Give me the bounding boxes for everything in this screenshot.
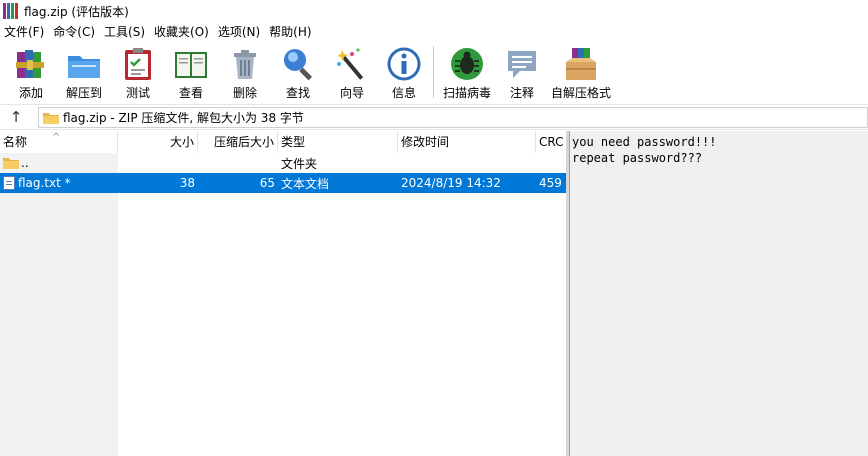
file-type: 文件夹 [281, 156, 318, 171]
title-bar: flag.zip (评估版本) [0, 0, 868, 22]
find-button[interactable]: 查找 [271, 42, 325, 102]
extract-to-label: 解压到 [65, 86, 102, 100]
view-book-icon [175, 52, 207, 78]
wizard-wand-icon [337, 48, 364, 80]
list-name-column-background [0, 153, 118, 456]
menu-commands[interactable]: 命令(C) [49, 22, 100, 42]
column-modified-header[interactable]: 修改时间 [398, 131, 536, 153]
column-crc-header[interactable]: CRC [536, 131, 566, 153]
find-label: 查找 [285, 86, 310, 100]
sfx-box-icon [566, 48, 596, 80]
sfx-button[interactable]: 自解压格式 [548, 42, 614, 102]
add-button[interactable]: 添加 [7, 42, 55, 102]
column-size-header[interactable]: 大小 [118, 131, 198, 153]
test-label: 测试 [125, 86, 150, 100]
menu-file[interactable]: 文件(F) [0, 22, 49, 42]
delete-label: 删除 [232, 86, 257, 100]
info-label: 信息 [391, 86, 416, 100]
info-icon [387, 47, 421, 81]
menu-bar: 文件(F) 命令(C) 工具(S) 收藏夹(O) 选项(N) 帮助(H) [0, 22, 868, 42]
test-clipboard-icon [125, 48, 151, 80]
toolbar-separator [433, 46, 434, 98]
name-cell: .. [0, 156, 118, 170]
file-type: 文本文档 [281, 176, 330, 191]
archive-comment-pane[interactable]: you need password!!! repeat password??? [569, 131, 868, 456]
column-name-label: 名称 [3, 135, 28, 149]
view-label: 查看 [178, 86, 203, 100]
address-bar: ↑ flag.zip - ZIP 压缩文件, 解包大小为 38 字节 [0, 104, 868, 130]
archive-folder-icon [43, 112, 59, 124]
comment-button[interactable]: 注释 [496, 42, 548, 102]
table-row-selected[interactable]: flag.txt * 38 65 文本文档 2024/8/19 14:32 45… [0, 173, 566, 193]
column-type-header[interactable]: 类型 [278, 131, 398, 153]
text-file-icon [3, 176, 15, 190]
menu-tools[interactable]: 工具(S) [100, 22, 150, 42]
extract-folder-icon [68, 56, 100, 78]
add-books-icon [16, 50, 44, 78]
magnifier-icon [284, 49, 313, 81]
column-header-row: 名称 ^ 大小 压缩后大小 类型 修改时间 CRC [0, 131, 566, 153]
comment-line: repeat password??? [572, 151, 703, 165]
menu-help[interactable]: 帮助(H) [265, 22, 316, 42]
comment-line: you need password!!! [572, 135, 717, 149]
extract-to-button[interactable]: 解压到 [55, 42, 113, 102]
address-text: flag.zip - ZIP 压缩文件, 解包大小为 38 字节 [63, 111, 304, 125]
table-row[interactable]: .. 文件夹 [0, 153, 566, 173]
sfx-label: 自解压格式 [550, 86, 611, 100]
file-size: 38 [179, 176, 195, 190]
file-name: .. [21, 156, 29, 170]
folder-icon [3, 158, 19, 169]
test-button[interactable]: 测试 [113, 42, 163, 102]
file-list: 名称 ^ 大小 压缩后大小 类型 修改时间 CRC .. 文件夹 flag.tx… [0, 131, 566, 456]
trash-can-icon [234, 50, 256, 79]
virus-scan-label: 扫描病毒 [442, 86, 491, 100]
column-packed-header[interactable]: 压缩后大小 [198, 131, 278, 153]
column-name-header[interactable]: 名称 ^ [0, 131, 118, 153]
window-title: flag.zip (评估版本) [24, 4, 129, 19]
menu-favorites[interactable]: 收藏夹(O) [150, 22, 214, 42]
file-crc: 459 [539, 176, 562, 190]
virus-scan-icon [451, 48, 483, 80]
comment-label: 注释 [509, 86, 534, 100]
info-button[interactable]: 信息 [379, 42, 429, 102]
up-arrow-icon[interactable]: ↑ [0, 105, 32, 129]
menu-options[interactable]: 选项(N) [214, 22, 265, 42]
address-field[interactable]: flag.zip - ZIP 压缩文件, 解包大小为 38 字节 [38, 107, 868, 128]
view-button[interactable]: 查看 [163, 42, 219, 102]
winrar-app-icon [3, 3, 19, 19]
file-packed-size: 65 [259, 176, 275, 190]
delete-button[interactable]: 删除 [219, 42, 271, 102]
toolbar: 添加 解压到 测试 查看 删除 查找 向导 信息 扫描病毒 注释 自解压格式 [0, 42, 868, 104]
file-name: flag.txt * [18, 176, 71, 190]
wizard-button[interactable]: 向导 [325, 42, 379, 102]
file-modified: 2024/8/19 14:32 [401, 176, 501, 190]
add-label: 添加 [18, 86, 43, 100]
virus-scan-button[interactable]: 扫描病毒 [438, 42, 496, 102]
sort-ascending-icon: ^ [52, 132, 61, 143]
name-cell: flag.txt * [0, 176, 118, 190]
comment-bubble-icon [508, 51, 536, 78]
wizard-label: 向导 [339, 86, 364, 100]
